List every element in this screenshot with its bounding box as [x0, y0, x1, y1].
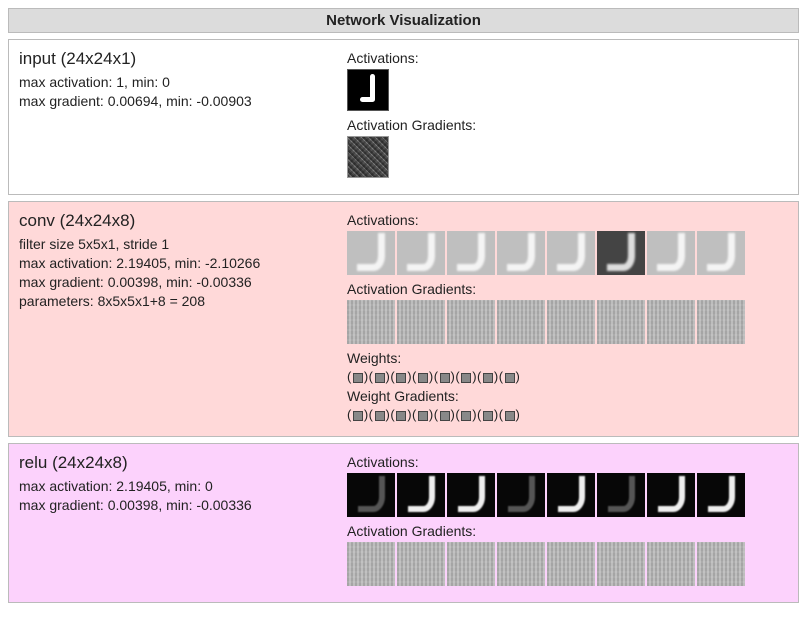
activation-gradients-label: Activation Gradients:: [347, 117, 788, 133]
weight-grad-chip[interactable]: [461, 411, 471, 421]
conv-activation-thumb[interactable]: [397, 231, 445, 275]
conv-gradient-thumb[interactable]: [597, 300, 645, 344]
input-activations-row: [347, 69, 788, 111]
layer-relu-visuals: Activations: Activation Gradients:: [347, 452, 788, 592]
layer-conv-parameters: parameters: 8x5x5x1+8 = 208: [19, 292, 329, 311]
conv-gradient-thumb[interactable]: [447, 300, 495, 344]
relu-gradient-thumb[interactable]: [697, 542, 745, 586]
relu-gradient-thumb[interactable]: [447, 542, 495, 586]
layer-conv-title: conv (24x24x8): [19, 210, 329, 233]
relu-activation-thumb[interactable]: [647, 473, 695, 517]
weight-grad-chip[interactable]: [375, 411, 385, 421]
activations-label: Activations:: [347, 50, 788, 66]
weight-gradients-label: Weight Gradients:: [347, 388, 788, 404]
conv-activation-thumb[interactable]: [697, 231, 745, 275]
layer-conv-visuals: Activations: Activation Gradients: Weigh…: [347, 210, 788, 426]
activation-gradients-label: Activation Gradients:: [347, 523, 788, 539]
relu-gradient-thumb[interactable]: [347, 542, 395, 586]
conv-activation-thumb[interactable]: [597, 231, 645, 275]
relu-activation-thumb[interactable]: [497, 473, 545, 517]
conv-weights-row: ()()()()()()()(): [347, 369, 788, 384]
layer-conv-activation-range: max activation: 2.19405, min: -2.10266: [19, 254, 329, 273]
relu-activations-row: [347, 473, 788, 517]
weight-chip[interactable]: [483, 373, 493, 383]
relu-gradients-row: [347, 542, 788, 586]
relu-activation-thumb[interactable]: [347, 473, 395, 517]
weight-chip[interactable]: [375, 373, 385, 383]
weight-chip[interactable]: [396, 373, 406, 383]
input-gradient-thumb[interactable]: [347, 136, 389, 178]
weight-grad-chip[interactable]: [483, 411, 493, 421]
layer-input-info: input (24x24x1) max activation: 1, min: …: [19, 48, 329, 184]
weight-grad-chip[interactable]: [396, 411, 406, 421]
layer-relu: relu (24x24x8) max activation: 2.19405, …: [8, 443, 799, 603]
weight-grad-chip[interactable]: [505, 411, 515, 421]
layer-relu-gradient-range: max gradient: 0.00398, min: -0.00336: [19, 496, 329, 515]
layer-input: input (24x24x1) max activation: 1, min: …: [8, 39, 799, 195]
conv-weight-gradients-row: ()()()()()()()(): [347, 407, 788, 422]
weight-chip[interactable]: [353, 373, 363, 383]
conv-activation-thumb[interactable]: [347, 231, 395, 275]
layer-conv: conv (24x24x8) filter size 5x5x1, stride…: [8, 201, 799, 437]
layer-conv-gradient-range: max gradient: 0.00398, min: -0.00336: [19, 273, 329, 292]
weight-chip[interactable]: [505, 373, 515, 383]
layer-conv-filter: filter size 5x5x1, stride 1: [19, 235, 329, 254]
conv-activations-row: [347, 231, 788, 275]
page-title: Network Visualization: [8, 8, 799, 33]
relu-activation-thumb[interactable]: [597, 473, 645, 517]
layer-input-title: input (24x24x1): [19, 48, 329, 71]
relu-gradient-thumb[interactable]: [547, 542, 595, 586]
conv-activation-thumb[interactable]: [497, 231, 545, 275]
conv-gradient-thumb[interactable]: [397, 300, 445, 344]
weight-chip[interactable]: [440, 373, 450, 383]
activation-gradients-label: Activation Gradients:: [347, 281, 788, 297]
layer-conv-info: conv (24x24x8) filter size 5x5x1, stride…: [19, 210, 329, 426]
conv-activation-thumb[interactable]: [447, 231, 495, 275]
conv-gradients-row: [347, 300, 788, 344]
input-activation-thumb[interactable]: [347, 69, 389, 111]
conv-activation-thumb[interactable]: [547, 231, 595, 275]
weight-grad-chip[interactable]: [440, 411, 450, 421]
layer-relu-activation-range: max activation: 2.19405, min: 0: [19, 477, 329, 496]
relu-activation-thumb[interactable]: [697, 473, 745, 517]
conv-gradient-thumb[interactable]: [697, 300, 745, 344]
layer-input-visuals: Activations: Activation Gradients:: [347, 48, 788, 184]
relu-gradient-thumb[interactable]: [597, 542, 645, 586]
weight-chip[interactable]: [461, 373, 471, 383]
conv-activation-thumb[interactable]: [647, 231, 695, 275]
activations-label: Activations:: [347, 212, 788, 228]
relu-activation-thumb[interactable]: [447, 473, 495, 517]
relu-gradient-thumb[interactable]: [647, 542, 695, 586]
layer-input-gradient-range: max gradient: 0.00694, min: -0.00903: [19, 92, 329, 111]
input-gradients-row: [347, 136, 788, 178]
conv-gradient-thumb[interactable]: [347, 300, 395, 344]
layer-input-activation-range: max activation: 1, min: 0: [19, 73, 329, 92]
relu-activation-thumb[interactable]: [547, 473, 595, 517]
conv-gradient-thumb[interactable]: [497, 300, 545, 344]
activations-label: Activations:: [347, 454, 788, 470]
weight-grad-chip[interactable]: [418, 411, 428, 421]
weights-label: Weights:: [347, 350, 788, 366]
relu-gradient-thumb[interactable]: [397, 542, 445, 586]
weight-chip[interactable]: [418, 373, 428, 383]
weight-grad-chip[interactable]: [353, 411, 363, 421]
relu-gradient-thumb[interactable]: [497, 542, 545, 586]
layer-relu-title: relu (24x24x8): [19, 452, 329, 475]
relu-activation-thumb[interactable]: [397, 473, 445, 517]
conv-gradient-thumb[interactable]: [647, 300, 695, 344]
conv-gradient-thumb[interactable]: [547, 300, 595, 344]
layer-relu-info: relu (24x24x8) max activation: 2.19405, …: [19, 452, 329, 592]
